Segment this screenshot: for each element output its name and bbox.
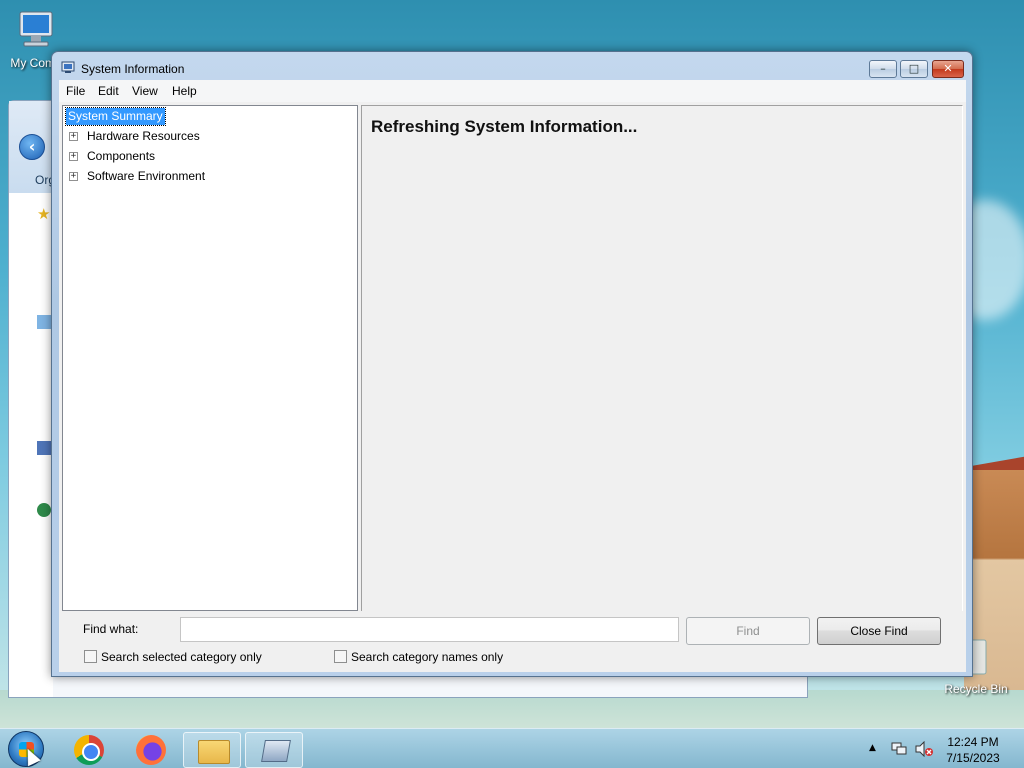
system-information-window[interactable]: System Information – □ ✕ File Edit View … (51, 51, 973, 677)
checkbox-label: Search category names only (351, 650, 504, 664)
expand-plus-icon[interactable]: + (69, 132, 78, 141)
system-information-icon (261, 740, 291, 762)
category-tree[interactable]: System Summary + Hardware Resources + Co… (62, 105, 358, 611)
tree-item-label: Software Environment (87, 169, 206, 183)
taskbar: ▲ 12:24 PM 7/15/2023 (0, 728, 1024, 768)
menu-view[interactable]: View (132, 84, 158, 98)
computer-nav-icon (37, 441, 51, 455)
search-category-names-checkbox[interactable]: Search category names only (334, 650, 503, 664)
checkbox-box[interactable] (334, 650, 347, 663)
status-message: Refreshing System Information... (371, 117, 638, 136)
checkbox-label: Search selected category only (101, 650, 262, 664)
tree-item-label: Components (87, 149, 156, 163)
explorer-nav-pane: ★ (9, 193, 53, 697)
minimize-button[interactable]: – (869, 60, 897, 78)
find-what-input[interactable] (180, 617, 679, 642)
system-clock[interactable]: 12:24 PM 7/15/2023 (940, 734, 1006, 766)
checkbox-box[interactable] (84, 650, 97, 663)
close-find-button[interactable]: Close Find (817, 617, 941, 645)
taskbar-system-information[interactable] (245, 732, 303, 768)
back-arrow-icon[interactable]: ‹ (19, 134, 45, 160)
clock-time: 12:24 PM (947, 735, 999, 749)
maximize-button[interactable]: □ (900, 60, 928, 78)
system-information-icon (61, 61, 75, 73)
network-nav-icon (37, 503, 51, 517)
taskbar-explorer[interactable] (183, 732, 241, 768)
volume-muted-icon[interactable] (914, 741, 934, 757)
desktop-icon-label: Recycle Bin (944, 682, 1008, 696)
search-selected-category-checkbox[interactable]: Search selected category only (84, 650, 262, 664)
tree-item-system-summary[interactable]: System Summary (65, 107, 166, 126)
menu-help[interactable]: Help (172, 84, 197, 98)
taskbar-firefox[interactable] (121, 732, 179, 768)
expand-plus-icon[interactable]: + (69, 152, 78, 161)
menu-file[interactable]: File (66, 84, 85, 98)
firefox-icon (136, 735, 166, 765)
menu-bar: File Edit View Help (59, 80, 966, 102)
favorites-star-icon: ★ (37, 205, 51, 223)
close-button[interactable]: ✕ (932, 60, 964, 78)
tree-item-software-environment[interactable]: + Software Environment (63, 168, 343, 186)
window-title: System Information (81, 62, 185, 76)
find-what-label: Find what: (83, 622, 139, 636)
find-button[interactable]: Find (686, 617, 810, 645)
expand-plus-icon[interactable]: + (69, 172, 78, 181)
clock-date: 7/15/2023 (946, 751, 1000, 765)
libraries-icon (37, 315, 51, 329)
menu-edit[interactable]: Edit (98, 84, 119, 98)
chrome-icon (74, 735, 104, 765)
taskbar-chrome[interactable] (59, 732, 117, 768)
tree-item-label: System Summary (65, 107, 166, 126)
tree-item-hardware-resources[interactable]: + Hardware Resources (63, 128, 343, 146)
tree-item-label: Hardware Resources (87, 129, 200, 143)
window-client-area: File Edit View Help System Summary + Har… (59, 80, 966, 672)
detail-pane: Refreshing System Information... (361, 105, 963, 611)
network-icon[interactable] (890, 741, 908, 757)
tree-item-components[interactable]: + Components (63, 148, 343, 166)
show-hidden-icons-arrow-icon[interactable]: ▲ (869, 743, 876, 753)
folder-icon (198, 740, 230, 764)
computer-icon (19, 11, 53, 47)
